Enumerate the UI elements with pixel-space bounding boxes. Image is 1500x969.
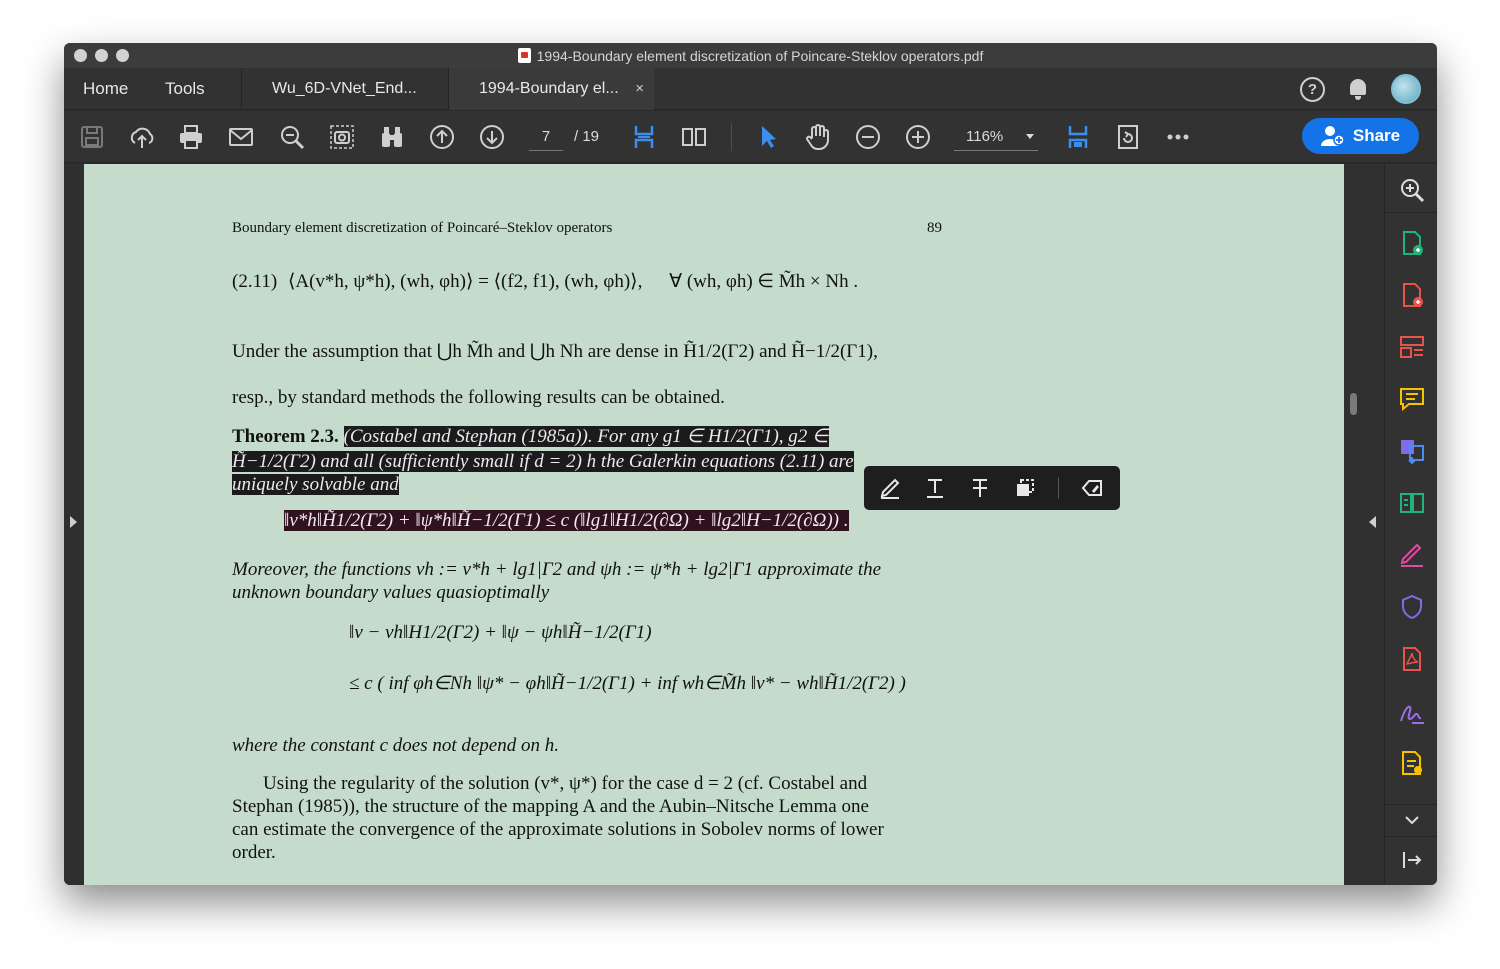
where-line: where the constant c does not depend on … <box>232 735 559 756</box>
scrollbar-thumb[interactable] <box>1350 393 1357 415</box>
tab-tools[interactable]: Tools <box>165 68 205 110</box>
rotate-icon[interactable] <box>1114 123 1142 151</box>
paragraph-regularity-4: order. <box>232 842 276 863</box>
zoom-window-button[interactable] <box>116 49 129 62</box>
create-pdf-icon[interactable] <box>1398 281 1426 309</box>
paragraph-regularity-2: Stephan (1985)), the structure of the ma… <box>232 796 869 817</box>
right-tools-panel <box>1384 164 1437 885</box>
strikethrough-icon[interactable] <box>968 476 992 500</box>
minimize-window-button[interactable] <box>95 49 108 62</box>
window-controls <box>74 49 129 62</box>
mail-icon[interactable] <box>227 123 255 151</box>
chevron-right-icon[interactable] <box>70 516 77 528</box>
page-total: / 19 <box>574 128 600 145</box>
organize-pages-icon[interactable] <box>1398 333 1426 361</box>
close-tab-icon[interactable]: × <box>635 68 644 110</box>
moreover-line-2: unknown boundary values quasioptimally <box>232 582 550 603</box>
tab-document-1-label: Wu_6D-VNet_End... <box>272 80 417 97</box>
paragraph-regularity-1: Using the regularity of the solution (v*… <box>263 773 868 794</box>
selected-text[interactable]: (Costabel and Stephan (1985a)). For any … <box>343 426 829 447</box>
screenshot-icon[interactable] <box>328 123 356 151</box>
copy-icon[interactable] <box>1013 476 1037 500</box>
chevron-down-icon[interactable] <box>1398 806 1426 834</box>
zoom-minus-icon[interactable] <box>854 123 882 151</box>
vertical-scrollbar[interactable] <box>1344 164 1384 885</box>
protect-shield-icon[interactable] <box>1398 593 1426 621</box>
share-button[interactable]: Share <box>1302 118 1419 154</box>
select-arrow-icon[interactable] <box>754 123 782 151</box>
running-head: Boundary element discretization of Poinc… <box>232 220 613 236</box>
pdf-file-icon <box>517 48 531 63</box>
export-pdf-icon[interactable] <box>1398 229 1426 257</box>
upload-icon[interactable] <box>128 123 156 151</box>
page-number: 89 <box>927 220 942 236</box>
zoom-select[interactable]: 116% <box>954 123 1038 151</box>
tab-document-1[interactable]: Wu_6D-VNet_End... <box>241 68 448 110</box>
combine-files-icon[interactable] <box>1398 437 1426 465</box>
page-up-icon[interactable] <box>428 123 456 151</box>
fill-sign-icon[interactable] <box>1398 541 1426 569</box>
share-button-label: Share <box>1352 126 1401 145</box>
app-window: 1994-Boundary element discretization of … <box>64 43 1437 885</box>
estimate-line-1: ‖v − vh‖H1/2(Γ2) + ‖ψ − ψh‖H̃−1/2(Γ1) <box>349 622 652 643</box>
page-number-input[interactable]: 7 <box>529 123 563 151</box>
help-icon[interactable]: ? <box>1300 76 1325 102</box>
signature-icon[interactable] <box>1398 697 1426 725</box>
theorem-line-3: uniquely solvable and <box>232 473 944 496</box>
acrobat-pdf-icon[interactable] <box>1398 645 1426 673</box>
close-window-button[interactable] <box>74 49 87 62</box>
avatar[interactable] <box>1391 74 1421 104</box>
highlight-icon[interactable] <box>878 476 902 500</box>
selected-text[interactable]: uniquely solvable and <box>232 474 399 495</box>
binoculars-icon[interactable] <box>378 123 406 151</box>
bell-icon[interactable] <box>1347 77 1369 101</box>
zoom-plus-icon[interactable] <box>904 123 932 151</box>
selected-formula[interactable]: ‖v*h‖H̃1/2(Γ2) + ‖ψ*h‖H̃−1/2(Γ1) ≤ c (‖l… <box>284 510 849 531</box>
print-icon[interactable] <box>177 123 205 151</box>
theorem-line-2: H̃−1/2(Γ2) and all (sufficiently small i… <box>232 450 944 473</box>
left-panel-toggle[interactable] <box>64 164 84 885</box>
zoom-out-search-icon[interactable] <box>278 123 306 151</box>
tab-bar: Home Tools Wu_6D-VNet_End... 1994-Bounda… <box>64 68 1437 110</box>
theorem-line-1: Theorem 2.3. (Costabel and Stephan (1985… <box>232 425 944 448</box>
tag-edit-icon[interactable] <box>1080 476 1104 500</box>
collapse-panel-icon[interactable] <box>1398 846 1426 874</box>
theorem-bound: ‖v*h‖H̃1/2(Γ2) + ‖ψ*h‖H̃−1/2(Γ1) ≤ c (‖l… <box>232 509 944 532</box>
save-icon[interactable] <box>78 123 106 151</box>
underline-icon[interactable] <box>923 476 947 500</box>
chevron-down-icon <box>1026 134 1034 139</box>
more-tools-icon[interactable] <box>1398 749 1426 777</box>
equation-condition: ∀ (wh, φh) ∈ M̃h × Nh . <box>669 271 859 292</box>
equation-body: ⟨A(v*h, ψ*h), (wh, φh)⟩ = ⟨(f2, f1), (wh… <box>287 271 643 292</box>
theorem-label: Theorem 2.3. <box>232 426 339 447</box>
edit-pdf-icon[interactable] <box>1398 489 1426 517</box>
estimate-line-2: ≤ c ( inf φh∈Nh ‖ψ* − φh‖H̃−1/2(Γ1) + in… <box>349 673 906 694</box>
paragraph-regularity-3: can estimate the convergence of the appr… <box>232 819 884 840</box>
document-page: Boundary element discretization of Poinc… <box>84 164 1344 885</box>
moreover-line-1: Moreover, the functions vh := v*h + lg1|… <box>232 559 882 580</box>
toolbar: 7 / 19 116% Share <box>64 111 1437 163</box>
paragraph-assumption-2: resp., by standard methods the following… <box>232 387 725 408</box>
hand-icon[interactable] <box>804 123 832 151</box>
paragraph-assumption-1: Under the assumption that ⋃h M̃h and ⋃h … <box>232 341 878 362</box>
equation-label: (2.11) <box>232 271 278 292</box>
selected-text[interactable]: H̃−1/2(Γ2) and all (sufficiently small i… <box>232 451 854 472</box>
fit-page-icon[interactable] <box>1064 123 1092 151</box>
window-title: 1994-Boundary element discretization of … <box>536 47 984 64</box>
more-icon[interactable] <box>1164 123 1192 151</box>
tab-document-2-label: 1994-Boundary el... <box>479 80 619 97</box>
add-user-icon <box>1320 126 1345 146</box>
tab-home[interactable]: Home <box>83 68 128 110</box>
equation-2-11: (2.11) ⟨A(v*h, ψ*h), (wh, φh)⟩ = ⟨(f2, f… <box>232 270 858 293</box>
fit-width-icon[interactable] <box>630 123 658 151</box>
text-markup-toolbar <box>864 466 1120 510</box>
tab-document-2[interactable]: 1994-Boundary el... × <box>448 68 654 110</box>
zoom-value: 116% <box>966 128 1004 145</box>
page-down-icon[interactable] <box>478 123 506 151</box>
title-bar: 1994-Boundary element discretization of … <box>64 43 1437 68</box>
zoom-in-search-icon[interactable] <box>1398 176 1426 204</box>
comment-icon[interactable] <box>1398 385 1426 413</box>
two-page-icon[interactable] <box>680 123 708 151</box>
chevron-left-icon[interactable] <box>1369 516 1376 528</box>
